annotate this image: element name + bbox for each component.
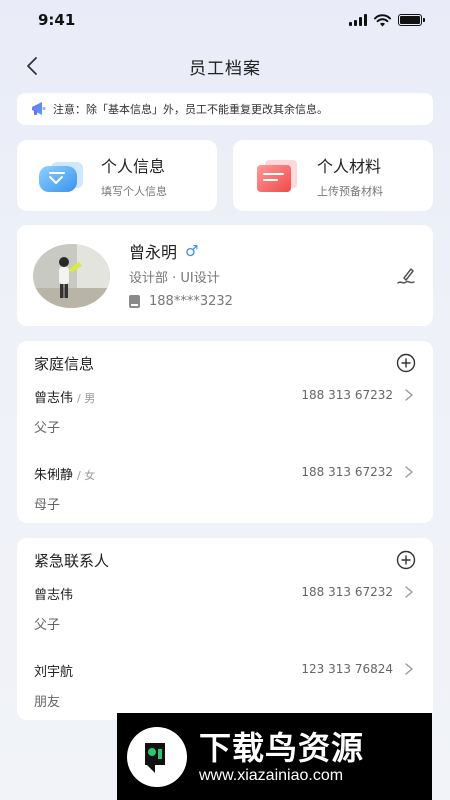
chevron-right-icon [405, 586, 413, 598]
family-member-row[interactable]: 曾志伟 / 男 188 313 67232 父子 [17, 387, 433, 459]
cellular-signal-icon [349, 14, 367, 26]
chevron-right-icon [405, 663, 413, 675]
id-card-icon [39, 161, 83, 192]
family-member-phone: 188 313 67232 [301, 465, 393, 479]
battery-icon [398, 14, 425, 26]
profile-department: 设计部 · UI设计 [129, 271, 220, 286]
family-member-gender: / 女 [77, 469, 96, 482]
emergency-contacts-title: 紧急联系人 [34, 552, 110, 570]
document-icon [257, 159, 297, 192]
status-time: 9:41 [38, 11, 76, 29]
emergency-contact-relation: 父子 [34, 618, 61, 633]
chevron-right-icon [405, 389, 413, 401]
profile-name: 曾永明 [129, 243, 178, 262]
add-family-button[interactable] [396, 353, 416, 373]
profile-phone-row: 188****3232 [129, 294, 233, 309]
notice-text: 注意：除「基本信息」外，员工不能重复更改其余信息。 [53, 103, 328, 116]
wifi-icon [374, 13, 391, 26]
personal-materials-card[interactable]: 个人材料 上传预备材料 [233, 140, 433, 211]
avatar [33, 244, 110, 308]
emergency-contact-name: 曾志伟 [34, 588, 74, 603]
chevron-left-icon [27, 57, 37, 75]
personal-info-subtitle: 填写个人信息 [101, 184, 167, 198]
watermark-url: www.xiazainiao.com [199, 766, 344, 784]
family-member-name-line: 曾志伟 / 男 [34, 387, 95, 406]
profile-name-row: 曾永明 ♂ [129, 239, 198, 263]
notice-banner: 注意：除「基本信息」外，员工不能重复更改其余信息。 [17, 93, 433, 125]
personal-materials-subtitle: 上传预备材料 [317, 184, 383, 198]
edit-signature-icon[interactable] [395, 265, 417, 287]
back-button[interactable] [18, 52, 46, 80]
personal-info-card[interactable]: 个人信息 填写个人信息 [17, 140, 217, 211]
family-info-section: 家庭信息 曾志伟 / 男 188 313 67232 父子 朱俐静 / 女 188 … [17, 341, 433, 523]
family-member-relation: 母子 [34, 498, 61, 513]
add-emergency-contact-button[interactable] [396, 550, 416, 570]
watermark-title: 下载鸟资源 [199, 728, 365, 767]
family-member-gender: / 男 [77, 392, 96, 405]
phone-icon [129, 295, 140, 308]
emergency-contact-phone: 188 313 67232 [301, 585, 393, 599]
family-info-title: 家庭信息 [34, 355, 95, 373]
status-icons [349, 13, 425, 27]
emergency-contacts-section: 紧急联系人 曾志伟 188 313 67232 父子 刘宇航 123 313 7… [17, 538, 433, 720]
family-member-relation: 父子 [34, 421, 61, 436]
family-member-name-line: 朱俐静 / 女 [34, 464, 95, 483]
profile-card: 曾永明 ♂ 设计部 · UI设计 188****3232 [17, 225, 433, 326]
emergency-contact-name: 刘宇航 [34, 665, 74, 680]
emergency-contact-row[interactable]: 曾志伟 188 313 67232 父子 [17, 584, 433, 656]
megaphone-icon [32, 102, 46, 115]
family-member-phone: 188 313 67232 [301, 388, 393, 402]
male-gender-icon: ♂ [185, 242, 199, 260]
emergency-contact-phone: 123 313 76824 [301, 662, 393, 676]
nav-bar: 员工档案 [0, 46, 450, 86]
personal-info-texts: 个人信息 填写个人信息 [101, 153, 167, 199]
bird-logo-icon [127, 726, 187, 787]
personal-materials-texts: 个人材料 上传预备材料 [317, 153, 383, 199]
status-bar: 9:41 [0, 0, 450, 40]
family-member-name: 曾志伟 [34, 391, 74, 406]
watermark-banner: 下载鸟资源 www.xiazainiao.com [117, 713, 432, 800]
page-title: 员工档案 [189, 58, 261, 79]
family-member-row[interactable]: 朱俐静 / 女 188 313 67232 母子 [17, 464, 433, 536]
family-member-name: 朱俐静 [34, 468, 74, 483]
personal-materials-title: 个人材料 [317, 156, 382, 176]
personal-info-title: 个人信息 [101, 156, 166, 176]
watermark-texts: 下载鸟资源 www.xiazainiao.com [199, 729, 364, 785]
emergency-contact-relation: 朋友 [34, 695, 61, 710]
avatar-photo [33, 244, 110, 308]
chevron-right-icon [405, 466, 413, 478]
profile-phone: 188****3232 [149, 294, 233, 309]
